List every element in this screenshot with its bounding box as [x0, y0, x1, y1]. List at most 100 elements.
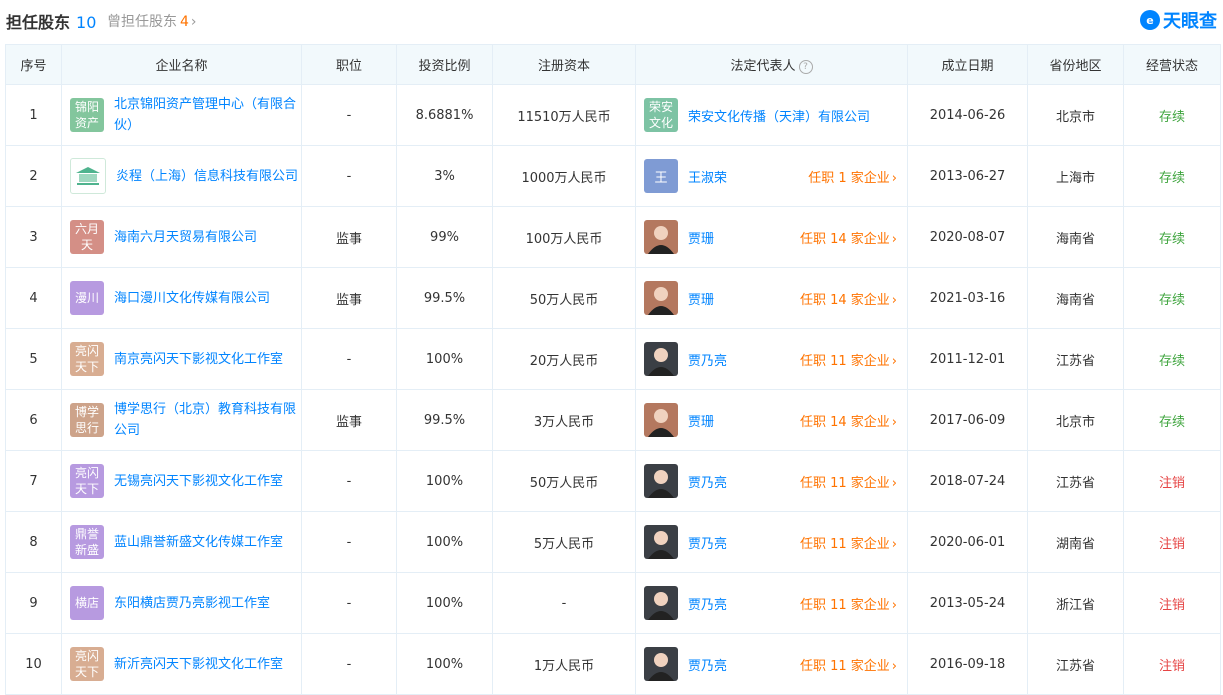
rep-positions-link[interactable]: 任职 11 家企业 › [800, 594, 897, 613]
row-ratio: 100% [396, 450, 493, 512]
company-logo[interactable] [70, 158, 106, 194]
legal-rep-link[interactable]: 贾乃亮 [688, 594, 727, 613]
legal-rep-cell: 贾乃亮 任职 11 家企业 › [635, 572, 908, 634]
row-region: 浙江省 [1027, 572, 1124, 634]
company-logo[interactable]: 亮闪天下 [70, 342, 104, 376]
row-capital: - [492, 572, 636, 634]
company-logo[interactable]: 亮闪天下 [70, 464, 104, 498]
rep-positions-link[interactable]: 任职 14 家企业 › [800, 228, 897, 247]
legal-rep-link[interactable]: 贾珊 [688, 411, 714, 430]
company-logo-text: 鼎誉新盛 [74, 527, 99, 557]
status-badge: 注销 [1123, 450, 1221, 512]
avatar[interactable] [644, 281, 678, 315]
company-logo-text: 亮闪天下 [74, 344, 99, 374]
avatar[interactable]: 荣安文化 [644, 98, 678, 132]
person-photo-icon [648, 531, 674, 559]
col-company: 企业名称 [61, 44, 302, 85]
row-seq: 9 [5, 572, 62, 634]
row-seq: 6 [5, 389, 62, 451]
legal-rep-link[interactable]: 贾乃亮 [688, 533, 727, 552]
company-name-link[interactable]: 无锡亮闪天下影视文化工作室 [114, 471, 283, 492]
legal-rep-cell: 贾珊 任职 14 家企业 › [635, 206, 908, 268]
company-logo[interactable]: 博学思行 [70, 403, 104, 437]
avatar[interactable] [644, 220, 678, 254]
company-logo[interactable]: 鼎誉新盛 [70, 525, 104, 559]
chevron-right-icon: › [891, 414, 897, 430]
row-date: 2011-12-01 [907, 328, 1028, 390]
row-position: - [301, 145, 397, 207]
col-capital[interactable]: 注册资本 [492, 44, 636, 85]
avatar[interactable] [644, 464, 678, 498]
avatar[interactable] [644, 403, 678, 437]
rep-positions-link[interactable]: 任职 11 家企业 › [800, 655, 897, 674]
company-logo[interactable]: 六月天 [70, 220, 104, 254]
person-photo-icon [648, 226, 674, 254]
brand-logo[interactable]: e 天眼查 [1140, 7, 1217, 33]
company-name-link[interactable]: 新沂亮闪天下影视文化工作室 [114, 654, 283, 675]
chevron-right-icon: › [891, 658, 897, 674]
legal-rep-link[interactable]: 贾乃亮 [688, 655, 727, 674]
row-position: 监事 [301, 267, 397, 329]
rep-positions-link[interactable]: 任职 11 家企业 › [800, 350, 897, 369]
legal-rep-cell: 贾乃亮 任职 11 家企业 › [635, 450, 908, 512]
col-status: 经营状态 [1123, 44, 1221, 85]
col-date[interactable]: 成立日期 [907, 44, 1028, 85]
company-name-link[interactable]: 东阳横店贾乃亮影视工作室 [114, 593, 270, 614]
row-position: - [301, 450, 397, 512]
company-name-link[interactable]: 海口漫川文化传媒有限公司 [114, 288, 270, 309]
avatar[interactable] [644, 647, 678, 681]
tab-current-count: 10 [76, 13, 97, 32]
avatar[interactable] [644, 586, 678, 620]
row-region: 海南省 [1027, 206, 1124, 268]
rep-positions-link[interactable]: 任职 14 家企业 › [800, 411, 897, 430]
rep-positions-link[interactable]: 任职 14 家企业 › [800, 289, 897, 308]
company-logo[interactable]: 亮闪天下 [70, 647, 104, 681]
tab-former-shareholder[interactable]: 曾担任股东 4 › [107, 11, 197, 31]
row-position: 监事 [301, 206, 397, 268]
company-logo[interactable]: 漫川 [70, 281, 104, 315]
legal-rep-link[interactable]: 贾乃亮 [688, 472, 727, 491]
company-logo[interactable]: 锦阳资产 [70, 98, 104, 132]
company-cell: 横店 东阳横店贾乃亮影视工作室 [61, 572, 302, 634]
company-name-link[interactable]: 南京亮闪天下影视文化工作室 [114, 349, 283, 370]
legal-rep-link[interactable]: 王淑荣 [688, 167, 727, 186]
person-photo-icon [648, 592, 674, 620]
row-seq: 2 [5, 145, 62, 207]
company-name-link[interactable]: 炎程（上海）信息科技有限公司 [116, 166, 298, 187]
col-ratio[interactable]: 投资比例 [396, 44, 493, 85]
legal-rep-link[interactable]: 贾珊 [688, 228, 714, 247]
col-position: 职位 [301, 44, 397, 85]
row-seq: 3 [5, 206, 62, 268]
legal-rep-link[interactable]: 荣安文化传播（天津）有限公司 [688, 106, 870, 125]
company-name-link[interactable]: 北京锦阳资产管理中心（有限合伙） [114, 94, 301, 136]
row-position: - [301, 511, 397, 573]
legal-rep-link[interactable]: 贾乃亮 [688, 350, 727, 369]
rep-positions-text: 任职 14 家企业 [799, 231, 890, 247]
col-legal-rep-label: 法定代表人 [730, 59, 796, 74]
row-region: 江苏省 [1027, 450, 1124, 512]
rep-positions-link[interactable]: 任职 11 家企业 › [800, 472, 897, 491]
rep-positions-link[interactable]: 任职 11 家企业 › [800, 533, 897, 552]
help-icon[interactable]: ? [798, 59, 813, 74]
company-name-link[interactable]: 蓝山鼎誉新盛文化传媒工作室 [114, 532, 283, 553]
row-capital: 11510万人民币 [492, 84, 636, 146]
rep-positions-link[interactable]: 任职 1 家企业 › [808, 167, 897, 186]
row-region: 江苏省 [1027, 633, 1124, 695]
status-badge: 存续 [1123, 389, 1221, 451]
status-badge: 存续 [1123, 84, 1221, 146]
avatar[interactable] [644, 525, 678, 559]
company-cell: 炎程（上海）信息科技有限公司 [61, 145, 302, 207]
company-name-link[interactable]: 博学思行（北京）教育科技有限公司 [114, 399, 301, 441]
company-cell: 锦阳资产 北京锦阳资产管理中心（有限合伙） [61, 84, 302, 146]
row-seq: 1 [5, 84, 62, 146]
avatar[interactable] [644, 342, 678, 376]
legal-rep-link[interactable]: 贾珊 [688, 289, 714, 308]
company-name-link[interactable]: 海南六月天贸易有限公司 [114, 227, 257, 248]
chevron-right-icon: › [891, 536, 897, 552]
row-region: 北京市 [1027, 389, 1124, 451]
tab-former-count: 4 [180, 14, 189, 30]
company-logo[interactable]: 横店 [70, 586, 104, 620]
chevron-right-icon: › [891, 597, 897, 613]
avatar[interactable]: 王 [644, 159, 678, 193]
tab-current-shareholder[interactable]: 担任股东 10 [6, 9, 96, 33]
